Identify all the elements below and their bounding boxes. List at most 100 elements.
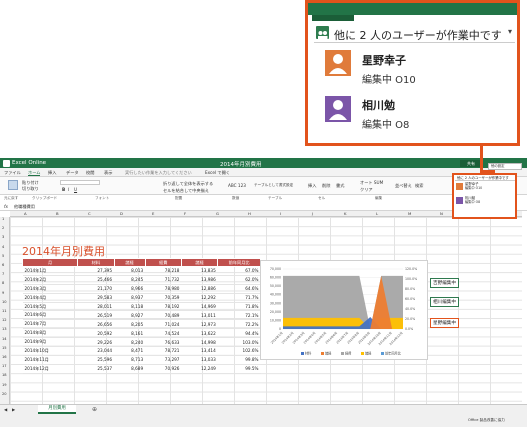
column-header[interactable]: K (344, 212, 347, 216)
row-header[interactable]: 20 (2, 392, 7, 397)
table-cell[interactable]: 70,926 (145, 364, 182, 374)
table-cell[interactable]: 13,622 (181, 328, 218, 339)
table-cell[interactable]: 13,033 (181, 355, 218, 365)
column-header[interactable]: E (152, 212, 154, 216)
table-cell[interactable]: 26,656 (77, 319, 115, 330)
table-cell[interactable]: 13,414 (181, 346, 218, 356)
table-row[interactable]: 2014年8月 20,592 8,161 74,524 13,622 94.4% (22, 328, 261, 339)
tab-review[interactable]: 校閲 (86, 170, 94, 175)
table-row[interactable]: 2014年6月 26,519 8,927 70,489 13,011 72.1% (22, 310, 261, 321)
tab-data[interactable]: データ (66, 170, 79, 175)
column-header[interactable]: F (184, 212, 186, 216)
table-cell[interactable]: 2014年12月 (22, 364, 78, 374)
table-cell[interactable]: 8,161 (114, 328, 146, 339)
table-cell[interactable]: 62.0% (217, 275, 261, 285)
column-header[interactable]: C (88, 212, 91, 216)
table-row[interactable]: 2014年11月 25,596 8,713 73,297 13,033 99.8% (22, 355, 261, 365)
expense-table[interactable]: 月材料 諸経 経費 諸経 前年同月比 2014年1月 27,395 8,013 78,218 1… (21, 258, 261, 374)
table-cell[interactable]: 70,489 (145, 310, 182, 321)
cut-button[interactable]: 切り取り (22, 186, 39, 191)
row-header[interactable]: 18 (2, 374, 7, 378)
column-header[interactable]: D (120, 212, 123, 216)
clear-button[interactable]: クリア (360, 187, 373, 192)
table-header-cell[interactable]: 月 (21, 258, 79, 267)
italic-button[interactable]: I (68, 187, 69, 192)
sheet-title[interactable]: 2014年月別費用 (22, 243, 105, 259)
table-cell[interactable]: 78,980 (145, 284, 182, 294)
table-cell[interactable]: 13,986 (181, 275, 218, 285)
table-cell[interactable]: 2014年2月 (22, 275, 78, 285)
table-cell[interactable]: 25,466 (77, 275, 115, 285)
prev-sheet-icon[interactable]: ◀ (4, 407, 7, 412)
table-cell[interactable]: 2014年1月 (22, 266, 78, 276)
small-presence-header[interactable]: 他に 2 人のユーザーが作業中です (455, 175, 515, 181)
table-cell[interactable]: 8,118 (114, 302, 146, 312)
table-cell[interactable]: 70,359 (145, 293, 182, 303)
table-cell[interactable]: 23,044 (77, 346, 115, 356)
table-cell[interactable]: 71,024 (145, 319, 182, 330)
row-header[interactable]: 3 (2, 236, 4, 240)
table-row[interactable]: 2014年3月 21,170 8,966 78,980 12,886 64.6% (22, 284, 261, 294)
table-cell[interactable]: 8,471 (114, 346, 146, 356)
row-header[interactable]: 7 (2, 273, 4, 277)
table-cell[interactable]: 72.1% (217, 310, 261, 321)
other-settings-button[interactable]: 他の設定 (488, 163, 522, 170)
table-cell[interactable]: 2014年8月 (22, 328, 78, 339)
table-cell[interactable]: 27,395 (77, 266, 115, 276)
row-header[interactable]: 12 (2, 319, 7, 323)
row-header[interactable]: 13 (2, 328, 7, 332)
table-header-cell[interactable]: 諸経 (113, 258, 146, 267)
tab-insert[interactable]: 挿入 (48, 170, 56, 175)
table-cell[interactable]: 103.0% (217, 337, 261, 348)
find-button[interactable]: 検索 (415, 183, 423, 188)
column-header[interactable]: H (248, 212, 251, 216)
table-row[interactable]: 2014年12月 25,537 8,689 70,926 12,249 99.5% (22, 364, 261, 374)
format-as-table-button[interactable]: テーブルとして書式設定 (254, 183, 293, 188)
sort-button[interactable]: 並べ替え (395, 183, 412, 188)
row-header[interactable]: 1 (2, 217, 4, 222)
row-header[interactable]: 11 (2, 309, 7, 314)
font-name-select[interactable] (60, 180, 100, 185)
column-header[interactable]: L (376, 212, 378, 216)
row-header[interactable]: 9 (2, 291, 4, 296)
table-row[interactable]: 2014年1月 27,395 8,013 78,218 13,835 67.0% (22, 266, 261, 276)
table-cell[interactable]: 74,524 (145, 328, 182, 339)
feedback-link[interactable]: Office 製品改善に協力 (468, 418, 505, 423)
table-cell[interactable]: 2014年11月 (22, 355, 78, 365)
table-cell[interactable]: 99.8% (217, 355, 261, 365)
table-header-cell[interactable]: 諸経 (180, 258, 219, 267)
tab-file[interactable]: ファイル (4, 170, 21, 175)
number-format-button[interactable]: ABC 123 (228, 183, 246, 188)
table-cell[interactable]: 29,226 (77, 337, 115, 348)
table-row[interactable]: 2014年4月 29,583 8,937 70,359 12,292 71.7% (22, 293, 261, 303)
user-aikawa-name[interactable]: 相川勉 (362, 97, 395, 113)
table-cell[interactable]: 2014年6月 (22, 310, 78, 321)
insert-cells-button[interactable]: 挿入 (308, 183, 316, 188)
table-cell[interactable]: 28,011 (77, 302, 115, 312)
sheet-tab[interactable]: 月別費用 (38, 405, 76, 414)
row-header[interactable]: 14 (2, 337, 7, 342)
table-cell[interactable]: 76,633 (145, 337, 182, 348)
table-cell[interactable]: 14,998 (181, 337, 218, 348)
table-cell[interactable]: 78,721 (145, 346, 182, 356)
table-cell[interactable]: 64.6% (217, 284, 261, 294)
table-cell[interactable]: 78,218 (145, 266, 182, 276)
column-header[interactable]: N (440, 212, 443, 216)
table-row[interactable]: 2014年9月 29,226 8,240 76,633 14,998 103.0% (22, 337, 261, 348)
format-cells-button[interactable]: 書式 (336, 183, 344, 188)
table-cell[interactable]: 13,011 (181, 310, 218, 321)
row-header[interactable]: 19 (2, 383, 7, 388)
table-cell[interactable]: 12,886 (181, 284, 218, 294)
table-cell[interactable]: 29,583 (77, 293, 115, 303)
table-cell[interactable]: 67.0% (217, 266, 261, 276)
table-cell[interactable]: 8,689 (114, 364, 146, 374)
table-cell[interactable]: 8,927 (114, 310, 146, 321)
next-sheet-icon[interactable]: ▶ (12, 407, 15, 412)
row-header[interactable]: 17 (2, 365, 7, 369)
row-header[interactable]: 5 (2, 254, 4, 259)
table-cell[interactable]: 14,969 (181, 302, 218, 312)
table-cell[interactable]: 12,973 (181, 319, 218, 330)
table-cell[interactable]: 21,170 (77, 284, 115, 294)
table-cell[interactable]: 25,537 (77, 364, 115, 374)
table-cell[interactable]: 78,192 (145, 302, 182, 312)
